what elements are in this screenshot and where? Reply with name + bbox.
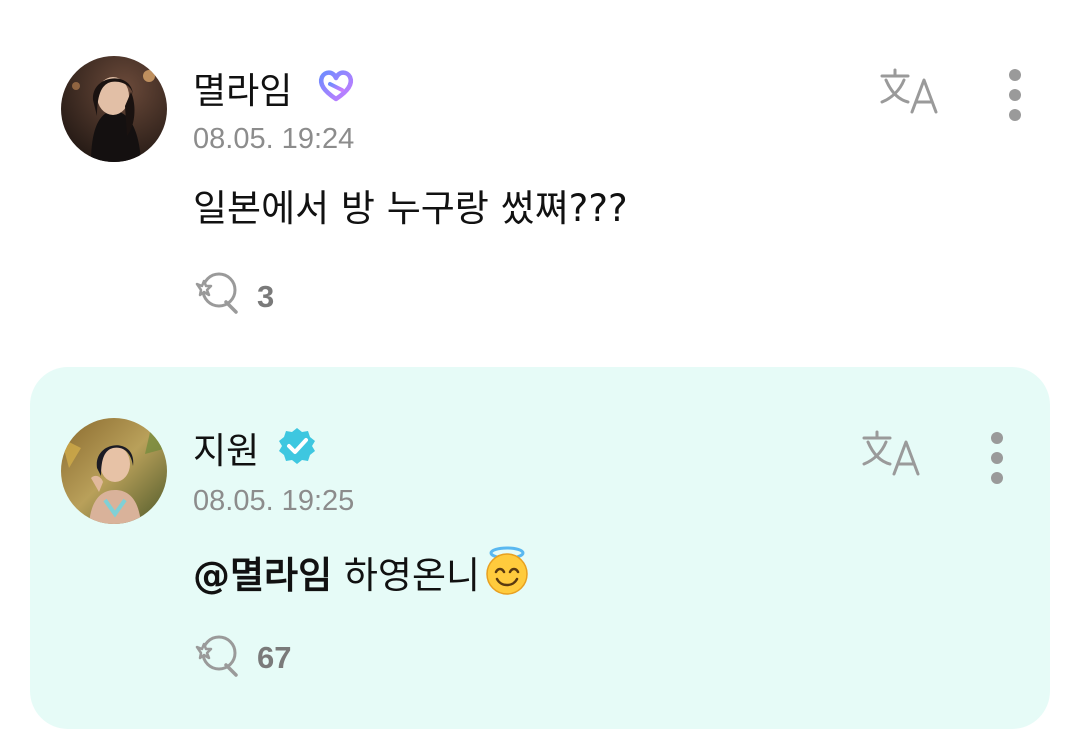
comment-text: @멸라임 하영온니 [193, 546, 532, 599]
like-count: 67 [257, 640, 292, 675]
reply-text: 하영온니 [332, 554, 481, 597]
avatar-image [61, 418, 167, 524]
mention-link[interactable]: @멸라임 [193, 554, 332, 597]
verified-icon [279, 428, 315, 464]
username[interactable]: 지원 [193, 430, 259, 474]
translate-icon[interactable] [860, 428, 924, 480]
avatar[interactable] [61, 418, 167, 524]
timestamp: 08.05. 19:25 [193, 485, 355, 517]
more-vertical-icon[interactable] [987, 430, 1007, 486]
reaction-icon[interactable] [192, 633, 246, 679]
reply-comment: 지원 08.05. 19:25 @멸라임 하영온니 67 [0, 0, 1080, 738]
smiling-face-with-halo-emoji [486, 546, 528, 595]
